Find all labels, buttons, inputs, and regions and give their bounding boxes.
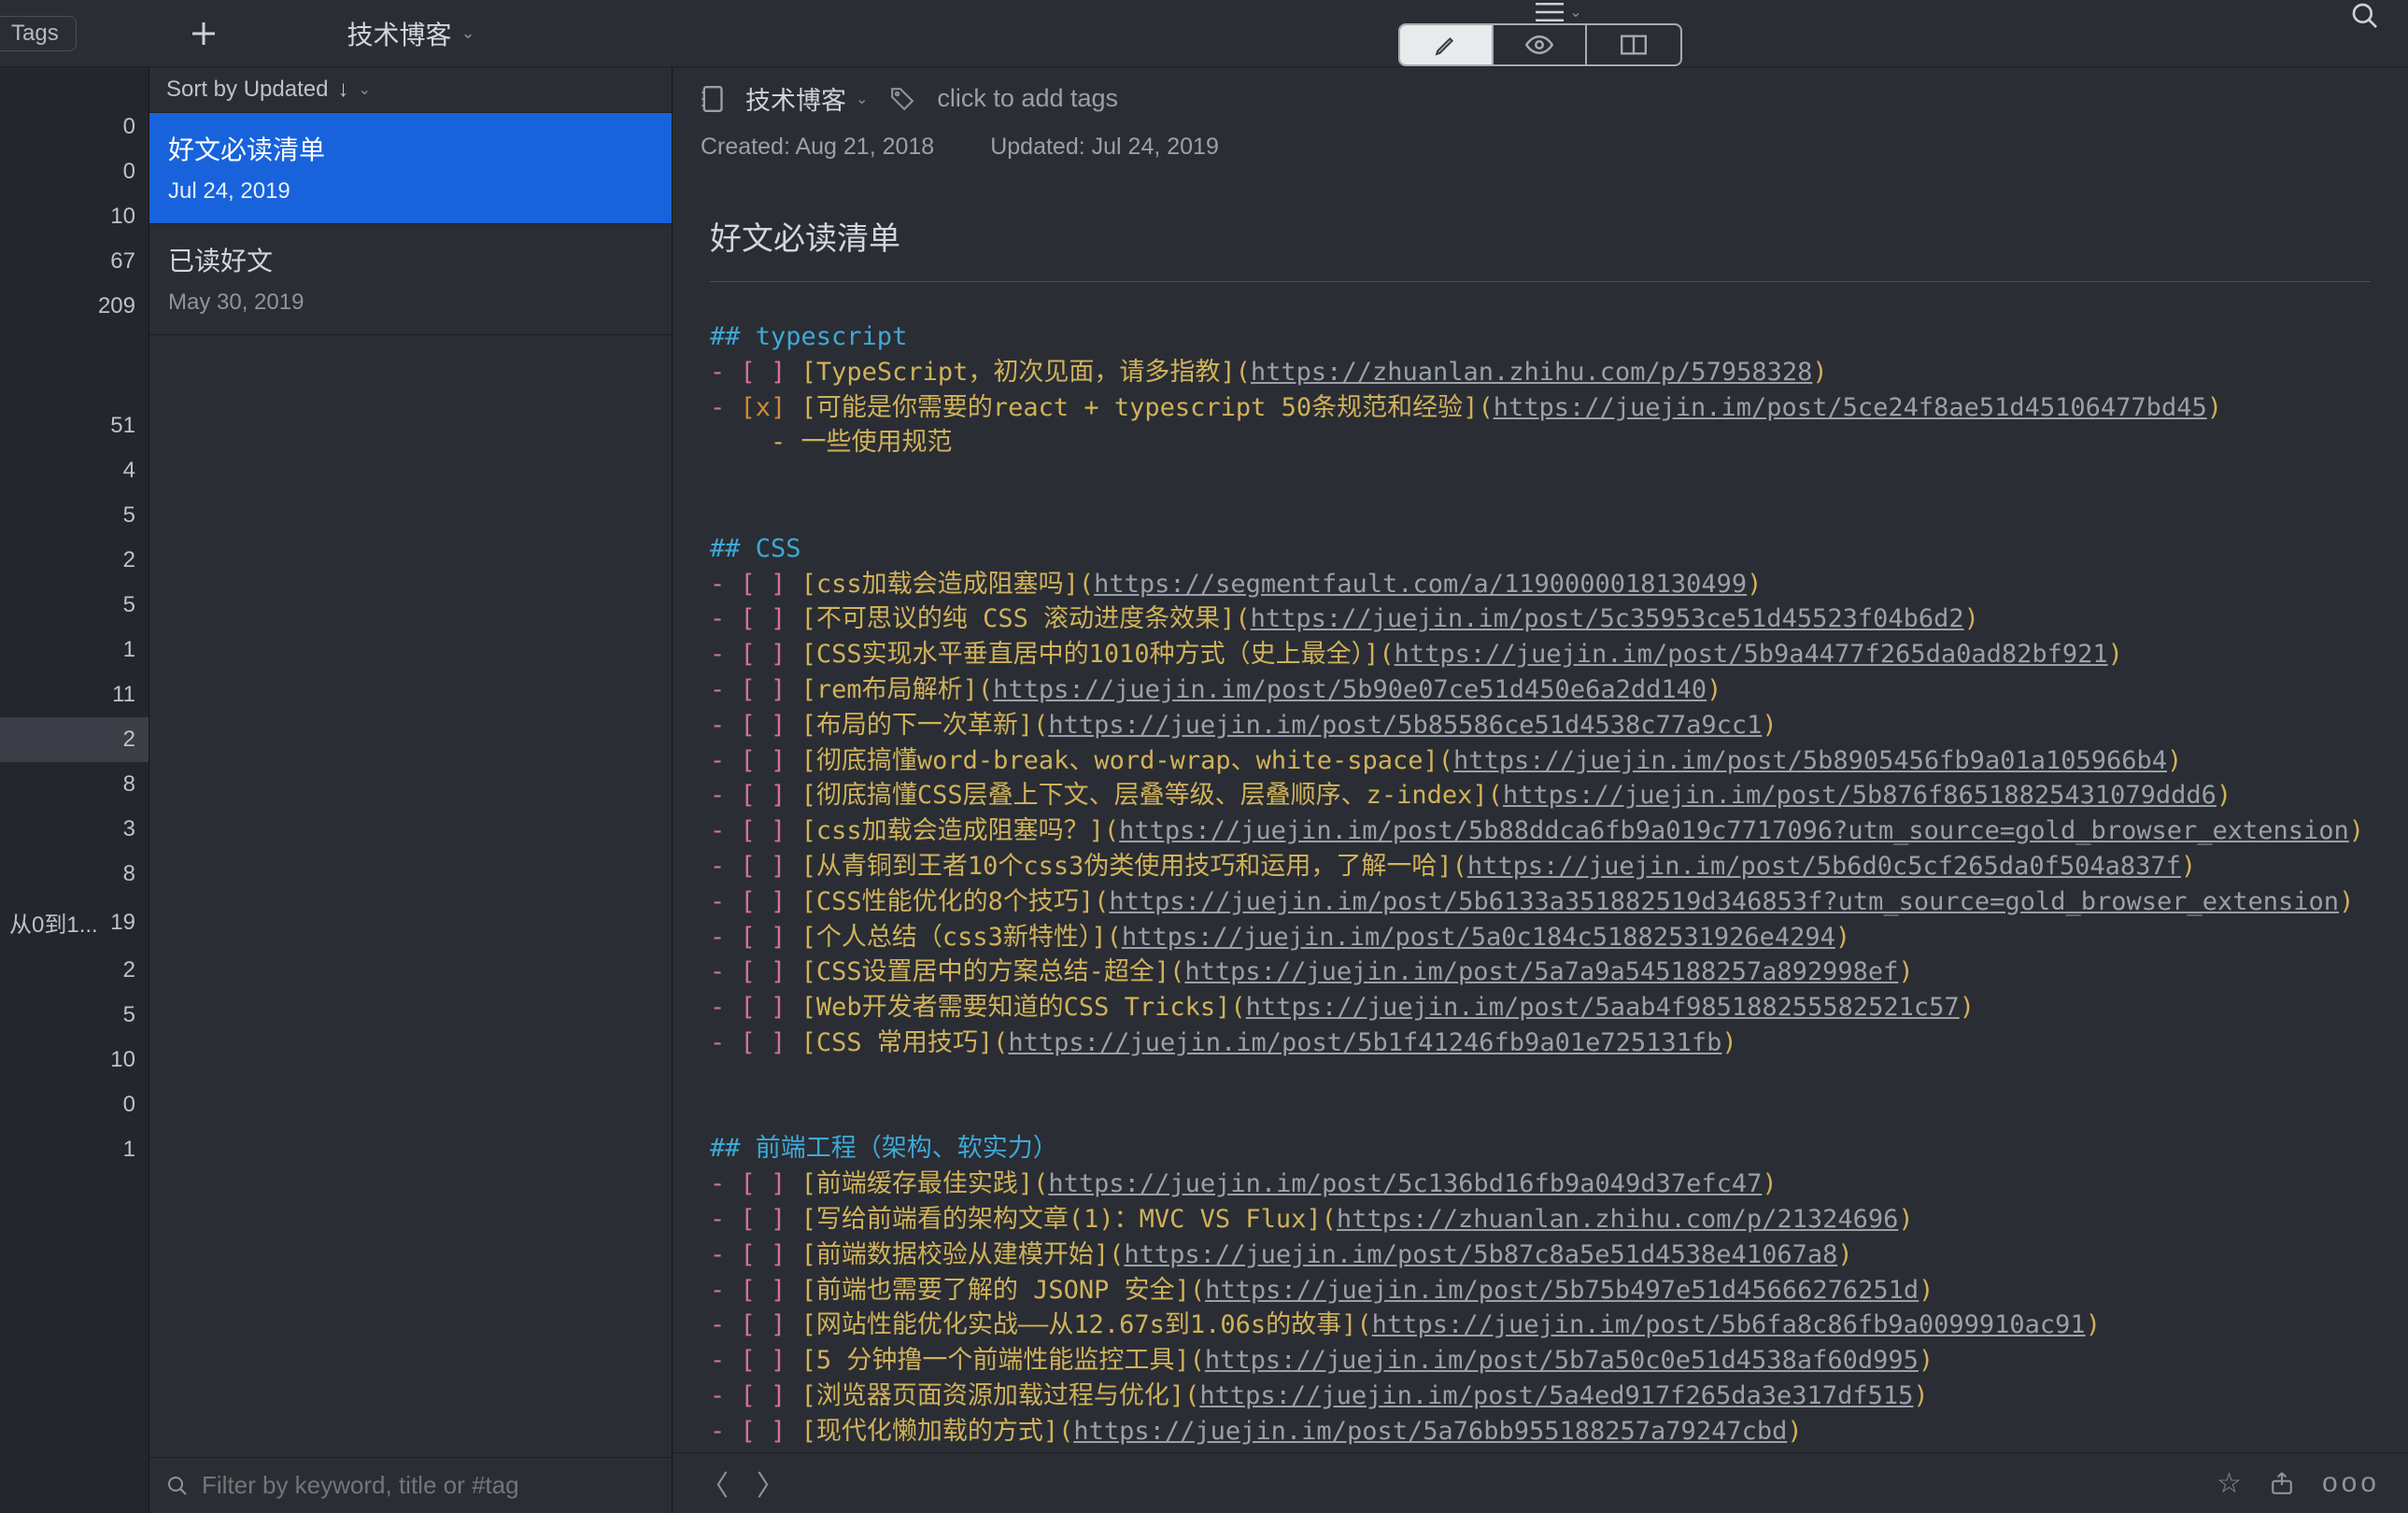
tag-row[interactable]: 209 [0, 284, 149, 329]
tag-count: 10 [110, 204, 135, 230]
history-back-button[interactable]: 〈 [701, 1463, 729, 1504]
tag-count: 11 [112, 682, 135, 708]
chevron-down-icon: ⌄ [460, 23, 475, 43]
tag-count: 10 [110, 1047, 135, 1073]
notes-list-column: Sort by Updated ↓ ⌄ 好文必读清单 Jul 24, 2019 已读… [149, 67, 673, 1513]
view-mode-preview[interactable] [1494, 25, 1587, 64]
tags-sidebar: 0010672095145251112838从0到1...19251001 [0, 67, 149, 1513]
sort-arrow-icon: ↓ [337, 77, 348, 103]
note-date: May 30, 2019 [168, 290, 653, 316]
notebook-icon [701, 86, 723, 112]
tag-count: 0 [123, 114, 135, 140]
tag-row[interactable]: 51 [0, 403, 149, 448]
editor-content[interactable]: 好文必读清单 ## typescript - [ ] [TypeScript，初… [673, 176, 2408, 1452]
view-mode-edit[interactable] [1400, 25, 1494, 64]
tag-row[interactable]: 3 [0, 807, 149, 852]
tag-row[interactable]: 10 [0, 1038, 149, 1082]
tag-count: 8 [123, 861, 135, 887]
tag-count: 0 [123, 159, 135, 185]
tag-count: 51 [110, 413, 135, 439]
tag-row[interactable]: 1 [0, 1127, 149, 1172]
tag-row[interactable]: 10 [0, 194, 149, 239]
document-title: 好文必读清单 [710, 185, 2371, 281]
notebook-selector[interactable]: 技术博客 ⌄ [347, 15, 475, 52]
tag-count: 5 [123, 1002, 135, 1028]
search-button[interactable] [2350, 1, 2380, 31]
tag-icon [890, 87, 914, 111]
markdown-body[interactable]: ## typescript - [ ] [TypeScript，初次见面，请多指… [710, 319, 2371, 1452]
filter-input[interactable] [202, 1471, 655, 1500]
notebook-title: 技术博客 [347, 15, 451, 52]
note-notebook-selector[interactable]: 技术博客 ⌄ [745, 80, 868, 117]
tag-row[interactable]: 1 [0, 628, 149, 672]
note-title: 已读好文 [168, 241, 653, 278]
chevron-down-icon: ⌄ [856, 90, 868, 108]
filter-row [149, 1457, 672, 1513]
tag-count: 4 [123, 458, 135, 484]
menu-button[interactable]: ⌄ [1536, 1, 1581, 23]
more-icon[interactable]: ooo [2322, 1467, 2380, 1499]
share-icon[interactable] [2270, 1471, 2294, 1495]
tag-count: 3 [123, 816, 135, 842]
history-forward-button[interactable]: 〉 [757, 1463, 785, 1504]
editor-column: 技术博客 ⌄ click to add tags Created: Aug 21… [673, 67, 2408, 1513]
chevron-down-icon: ⌄ [358, 80, 370, 99]
tag-row[interactable]: 2 [0, 717, 149, 762]
tag-row[interactable]: 5 [0, 583, 149, 628]
tag-row[interactable]: 从0到1... 19 [0, 897, 149, 948]
tag-count: 5 [123, 592, 135, 618]
tag-count: 1 [123, 1137, 135, 1163]
tag-row[interactable]: 8 [0, 762, 149, 807]
tag-row[interactable]: 4 [0, 448, 149, 493]
add-tags-button[interactable]: click to add tags [937, 84, 1118, 113]
tag-count: 2 [123, 957, 135, 983]
tag-count: 2 [123, 547, 135, 573]
view-mode-segmented [1398, 23, 1682, 66]
updated-meta: Updated: Jul 24, 2019 [990, 134, 1219, 161]
tag-row[interactable]: 5 [0, 993, 149, 1038]
tag-row[interactable]: 2 [0, 948, 149, 993]
tag-row[interactable]: 11 [0, 672, 149, 717]
star-icon[interactable]: ☆ [2217, 1467, 2242, 1500]
tag-row[interactable]: 8 [0, 852, 149, 897]
tag-row[interactable]: 0 [0, 149, 149, 194]
tag-count: 209 [98, 293, 135, 319]
note-title: 好文必读清单 [168, 130, 653, 167]
tag-row[interactable]: 67 [0, 239, 149, 284]
view-mode-split[interactable] [1587, 25, 1680, 64]
sort-label: Sort by Updated [166, 77, 328, 103]
tag-row[interactable]: 5 [0, 493, 149, 538]
note-date: Jul 24, 2019 [168, 178, 653, 205]
note-list-item[interactable]: 好文必读清单 Jul 24, 2019 [149, 113, 672, 224]
tag-row[interactable]: 0 [0, 105, 149, 149]
tag-count: 19 [110, 910, 135, 936]
tags-panel-toggle[interactable]: Tags [0, 16, 77, 51]
search-icon [166, 1475, 189, 1497]
tag-count: 0 [123, 1092, 135, 1118]
note-list-item[interactable]: 已读好文 May 30, 2019 [149, 224, 672, 335]
chevron-down-icon: ⌄ [1569, 3, 1581, 21]
tag-count: 67 [110, 248, 135, 275]
tag-row[interactable]: 0 [0, 1082, 149, 1127]
tag-label: 从0到1... [9, 906, 98, 939]
title-divider [710, 281, 2371, 282]
created-meta: Created: Aug 21, 2018 [701, 134, 934, 161]
tag-count: 2 [123, 727, 135, 753]
tag-count: 1 [123, 637, 135, 663]
sort-selector[interactable]: Sort by Updated ↓ ⌄ [149, 67, 672, 113]
tag-count: 5 [123, 502, 135, 529]
tag-count: 8 [123, 771, 135, 798]
tag-row[interactable]: 2 [0, 538, 149, 583]
